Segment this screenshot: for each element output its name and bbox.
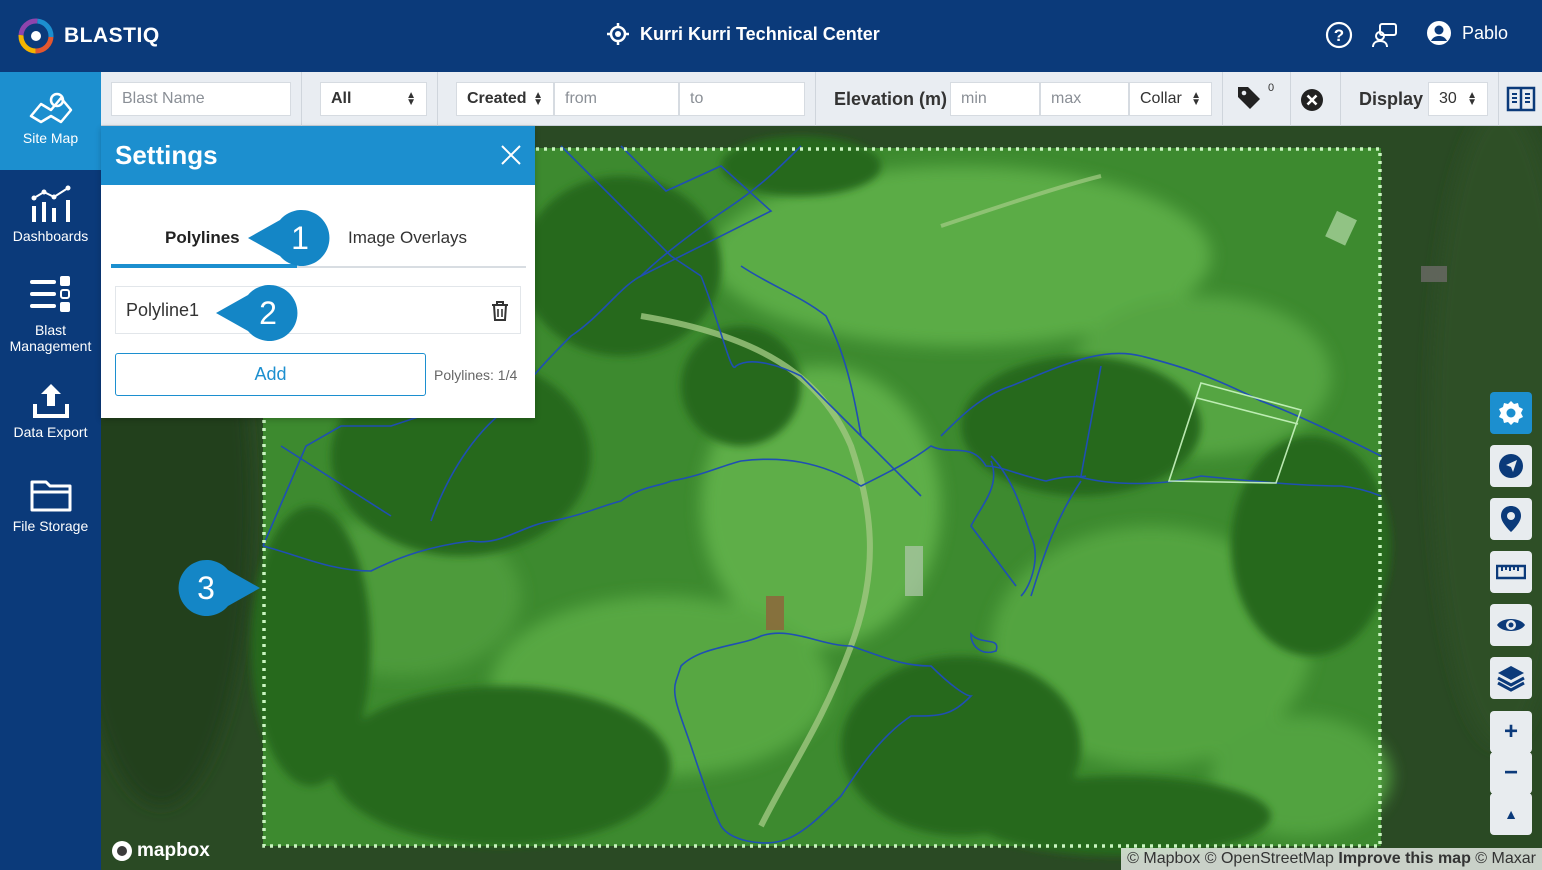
logo-ring-icon	[18, 18, 54, 54]
sidebar-item-blast-management[interactable]: Blast Management	[0, 274, 101, 354]
date-from-input[interactable]: from	[554, 82, 679, 116]
blast-name-input[interactable]: Blast Name	[111, 82, 291, 116]
callout-number: 3	[197, 569, 215, 606]
zoom-in-button[interactable]: +	[1490, 711, 1532, 753]
dashboard-icon	[31, 185, 70, 222]
elevation-max-input[interactable]: max	[1040, 82, 1129, 116]
status-select-value: All	[331, 90, 352, 107]
navigate-icon	[1499, 454, 1523, 478]
pin-icon	[1501, 506, 1521, 532]
logo-text: BLASTIQ	[64, 24, 160, 47]
status-select[interactable]: All ▲ ▼	[320, 82, 427, 116]
add-polyline-button[interactable]: Add	[115, 353, 426, 396]
display-count-select[interactable]: 30 ▲ ▼	[1428, 82, 1488, 116]
callout-number: 2	[259, 294, 277, 331]
settings-title: Settings	[115, 140, 218, 170]
blastiq-logo[interactable]: BLASTIQ	[16, 16, 160, 56]
close-icon[interactable]	[499, 143, 523, 167]
settings-header: Settings	[101, 126, 535, 185]
layers-button[interactable]	[1490, 657, 1532, 699]
tab-image-overlays[interactable]: Image Overlays	[348, 228, 467, 248]
settings-panel: Settings Polylines Image Overlays Polyli…	[101, 126, 535, 418]
elevation-label: Elevation (m)	[834, 89, 948, 109]
close-circle-icon	[1301, 89, 1323, 111]
help-icon[interactable]: ?	[1324, 20, 1354, 50]
clear-filters-button[interactable]	[1300, 88, 1324, 117]
callout-2: 2	[214, 283, 306, 343]
mapbox-logo[interactable]: mapbox	[111, 840, 210, 862]
mapbox-logo-text: mapbox	[137, 840, 210, 861]
trash-icon[interactable]	[490, 300, 510, 322]
reset-north-button[interactable]: ▲	[1490, 793, 1532, 835]
list-view-toggle[interactable]	[1506, 85, 1536, 118]
ruler-icon	[1496, 564, 1526, 580]
sidebar-item-file-storage[interactable]: File Storage	[0, 476, 101, 534]
crosshair-icon	[607, 23, 629, 45]
layers-icon	[1497, 666, 1525, 692]
north-icon: ▲	[1504, 806, 1518, 822]
display-label: Display	[1359, 89, 1424, 109]
user-menu[interactable]: Pablo	[1426, 20, 1508, 46]
tab-polylines[interactable]: Polylines	[165, 228, 240, 248]
elevation-ref-select[interactable]: Collar ▲ ▼	[1129, 82, 1212, 116]
map-attribution: © Mapbox © OpenStreetMap Improve this ma…	[1121, 848, 1542, 870]
attribution-text: © Mapbox © OpenStreetMap	[1127, 850, 1339, 867]
sort-arrows-icon: ▲ ▼	[1191, 90, 1201, 108]
tag-count: 0	[1268, 82, 1275, 94]
date-field-value: Created	[467, 90, 527, 107]
callout-pointer-right	[178, 560, 260, 616]
drop-pin-button[interactable]	[1490, 498, 1532, 540]
eye-icon	[1497, 619, 1525, 631]
display-count-value: 30	[1439, 90, 1457, 107]
attribution-text-maxar: © Maxar	[1470, 850, 1536, 867]
filter-bar: Blast Name All ▲ ▼ Created ▲ ▼ from to Ele…	[101, 72, 1542, 126]
map-icon	[29, 92, 72, 124]
gear-icon	[1499, 401, 1523, 425]
sidebar-item-label: Site Map	[22, 130, 79, 146]
sidebar-item-dashboards[interactable]: Dashboards	[0, 184, 101, 244]
plus-icon: +	[1503, 718, 1518, 745]
tag-filter-button[interactable]: 0	[1235, 82, 1279, 114]
sidebar-item-label: Dashboards	[12, 228, 89, 244]
callout-1: 1	[246, 208, 338, 268]
sidebar-item-label: File Storage	[12, 518, 89, 534]
sort-arrows-icon: ▲ ▼	[533, 90, 543, 108]
site-name: Kurri Kurri Technical Center	[640, 23, 880, 44]
zoom-out-button[interactable]: −	[1490, 752, 1532, 794]
callout-3: 3	[170, 558, 262, 618]
book-icon	[1506, 86, 1536, 112]
map-settings-button[interactable]	[1490, 392, 1532, 434]
visibility-button[interactable]	[1490, 604, 1532, 646]
user-name: Pablo	[1461, 22, 1508, 43]
folder-icon	[30, 480, 71, 512]
polyline-list-item[interactable]: Polyline1	[115, 286, 521, 334]
sidebar-item-data-export[interactable]: Data Export	[0, 380, 101, 440]
sidebar-item-label: Data Export	[13, 424, 88, 440]
measure-button[interactable]	[1490, 551, 1532, 593]
sidebar: Site Map Dashboards Blast Management Dat…	[0, 72, 101, 870]
polyline-name: Polyline1	[126, 299, 200, 320]
sidebar-item-site-map[interactable]: Site Map	[0, 72, 101, 170]
improve-map-link[interactable]: Improve this map	[1338, 850, 1470, 867]
callout-number: 1	[291, 219, 309, 256]
site-selector[interactable]: Kurri Kurri Technical Center	[606, 22, 880, 46]
sort-arrows-icon: ▲ ▼	[406, 90, 416, 108]
locate-button[interactable]	[1490, 445, 1532, 487]
polyline-count: Polylines: 1/4	[434, 367, 518, 383]
date-to-input[interactable]: to	[679, 82, 805, 116]
minus-icon: −	[1503, 759, 1518, 786]
mapbox-mark-icon	[112, 841, 132, 861]
support-icon[interactable]	[1370, 20, 1400, 50]
blast-management-icon	[29, 276, 70, 312]
top-header: BLASTIQ Kurri Kurri Technical Center ? P…	[0, 0, 1542, 72]
sort-arrows-icon: ▲ ▼	[1467, 90, 1477, 108]
tag-icon	[1238, 87, 1260, 109]
elevation-min-input[interactable]: min	[950, 82, 1040, 116]
elevation-ref-value: Collar	[1140, 90, 1182, 107]
upload-icon	[32, 384, 69, 418]
sidebar-item-label: Blast Management	[9, 322, 92, 354]
date-field-select[interactable]: Created ▲ ▼	[456, 82, 554, 116]
svg-text:?: ?	[1334, 26, 1344, 45]
user-avatar-icon	[1426, 21, 1451, 45]
